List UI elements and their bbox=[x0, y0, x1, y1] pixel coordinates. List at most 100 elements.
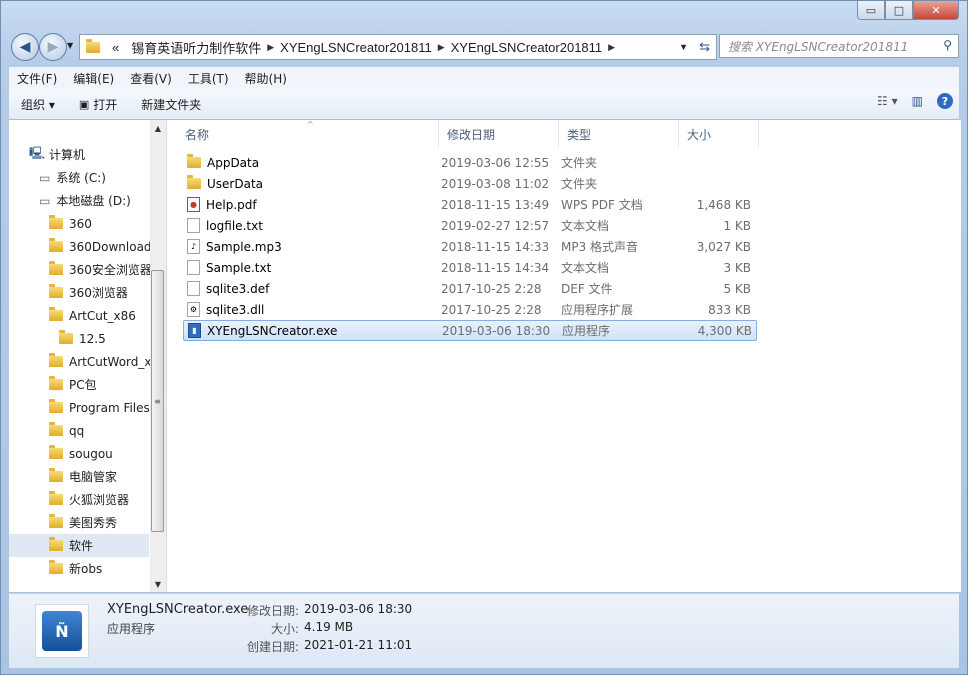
tree-item[interactable]: ArtCut_x86 bbox=[9, 304, 149, 327]
folder-icon bbox=[49, 376, 63, 390]
file-name: Help.pdf bbox=[206, 197, 257, 212]
tree-item[interactable]: PC包 bbox=[9, 373, 149, 396]
folder-tree: 🖳 计算机 ▭ 系统 (C:) ▭ 本地磁盘 (D:) 360 360Download 360安… bbox=[9, 120, 152, 580]
file-list: AppData 2019-03-06 12:55 文件夹 UserData 2019-0… bbox=[183, 152, 757, 341]
drive-icon: ▭ bbox=[39, 170, 51, 185]
txt-file-icon bbox=[187, 281, 200, 296]
tree-item[interactable]: 🖳 计算机 bbox=[9, 143, 149, 166]
folder-icon bbox=[187, 154, 201, 168]
tree-item[interactable]: 电脑管家 bbox=[9, 465, 149, 488]
file-size: 1,468 KB bbox=[696, 197, 751, 212]
file-name-cell: ● Help.pdf bbox=[183, 197, 441, 212]
file-type: WPS PDF 文档 bbox=[561, 198, 643, 212]
tree-item[interactable]: 12.5 bbox=[9, 327, 149, 350]
column-type[interactable]: 类型 bbox=[559, 120, 679, 148]
refresh-icon[interactable]: ⇆ bbox=[699, 39, 710, 55]
folder-icon bbox=[49, 261, 63, 275]
tree-item[interactable]: 360Download bbox=[9, 235, 152, 258]
scroll-thumb[interactable]: ≡ bbox=[151, 270, 164, 532]
menu-file[interactable]: 文件(F) bbox=[9, 70, 65, 87]
breadcrumb-segment[interactable]: 锡育英语听力制作软件 bbox=[125, 38, 267, 57]
tree-item[interactable]: 新obs bbox=[9, 557, 149, 580]
search-input[interactable]: 搜索 XYEngLSNCreator201811 ⚲ bbox=[719, 34, 959, 58]
file-row[interactable]: Sample.txt 2018-11-15 14:34 文本文档 3 KB bbox=[183, 257, 757, 278]
menu-tools[interactable]: 工具(T) bbox=[180, 70, 237, 87]
file-date: 2018-11-15 14:33 bbox=[441, 239, 550, 254]
address-dropdown-icon[interactable]: ▼ bbox=[679, 42, 688, 52]
file-row[interactable]: AppData 2019-03-06 12:55 文件夹 bbox=[183, 152, 757, 173]
tree-item[interactable]: 火狐浏览器 bbox=[9, 488, 149, 511]
open-button[interactable]: ▣ 打开 bbox=[67, 96, 129, 113]
details-modified-value: 2019-03-06 18:30 bbox=[304, 602, 413, 616]
file-row[interactable]: logfile.txt 2019-02-27 12:57 文本文档 1 KB bbox=[183, 215, 757, 236]
tree-item[interactable]: 360 bbox=[9, 212, 149, 235]
folder-icon bbox=[49, 238, 63, 252]
drive-icon: ▭ bbox=[39, 193, 51, 208]
tree-item[interactable]: sougou bbox=[9, 442, 149, 465]
scroll-up-icon[interactable]: ▲ bbox=[150, 120, 166, 136]
breadcrumb-segment[interactable]: XYEngLSNCreator201811 bbox=[274, 40, 438, 55]
breadcrumb-separator-icon[interactable]: ▶ bbox=[438, 42, 445, 53]
column-date[interactable]: 修改日期 bbox=[439, 120, 559, 148]
search-placeholder: 搜索 XYEngLSNCreator201811 bbox=[728, 39, 909, 54]
file-name: Sample.mp3 bbox=[206, 239, 282, 254]
tree-item[interactable]: Program Files bbox=[9, 396, 150, 419]
file-row[interactable]: UserData 2019-03-08 11:02 文件夹 bbox=[183, 173, 757, 194]
file-name: sqlite3.def bbox=[206, 281, 270, 296]
preview-pane-icon[interactable]: ▥ bbox=[912, 94, 923, 108]
file-type: 文本文档 bbox=[561, 219, 610, 233]
file-size: 3 KB bbox=[723, 260, 751, 275]
navigation-scrollbar[interactable]: ▲ ≡ ▼ bbox=[150, 120, 166, 592]
file-row[interactable]: ♪ Sample.mp3 2018-11-15 14:33 MP3 格式声音 3,027… bbox=[183, 236, 757, 257]
menu-edit[interactable]: 编辑(E) bbox=[65, 70, 122, 87]
folder-icon bbox=[49, 537, 63, 551]
file-type: 应用程序 bbox=[562, 324, 611, 338]
column-name[interactable]: 名称 ^ bbox=[177, 120, 439, 148]
column-size[interactable]: 大小 bbox=[679, 120, 759, 148]
menu-help[interactable]: 帮助(H) bbox=[237, 70, 295, 87]
menu-view[interactable]: 查看(V) bbox=[122, 70, 180, 87]
explorer-window: ▭ □ ✕ ◀ ▶ ▼ « 锡育英语听力制作软件 ▶ XYEngLSNCreat… bbox=[0, 0, 968, 675]
tree-item[interactable]: ▭ 系统 (C:) bbox=[9, 166, 149, 189]
breadcrumb-segment[interactable]: XYEngLSNCreator201811 bbox=[445, 40, 609, 55]
address-overflow-chevron[interactable]: « bbox=[106, 40, 125, 55]
help-icon[interactable]: ? bbox=[937, 93, 953, 109]
breadcrumb-separator-icon[interactable]: ▶ bbox=[608, 42, 615, 53]
tree-item[interactable]: 360浏览器 bbox=[9, 281, 149, 304]
column-header: 名称 ^ 修改日期 类型 大小 bbox=[177, 120, 759, 148]
search-icon[interactable]: ⚲ bbox=[943, 38, 952, 52]
file-row[interactable]: sqlite3.def 2017-10-25 2:28 DEF 文件 5 KB bbox=[183, 278, 757, 299]
address-bar[interactable]: « 锡育英语听力制作软件 ▶ XYEngLSNCreator201811 ▶ X… bbox=[79, 34, 717, 60]
scroll-down-icon[interactable]: ▼ bbox=[150, 576, 166, 592]
folder-icon bbox=[49, 514, 63, 528]
new-folder-button[interactable]: 新建文件夹 bbox=[129, 96, 213, 113]
folder-icon bbox=[187, 175, 201, 189]
close-button[interactable]: ✕ bbox=[913, 1, 959, 20]
tree-item-label: Program Files bbox=[69, 400, 150, 415]
file-list-pane: 名称 ^ 修改日期 类型 大小 AppData 2019-03-06 12:55 文件… bbox=[167, 120, 961, 592]
recent-pages-dropdown[interactable]: ▼ bbox=[67, 41, 73, 50]
organize-button[interactable]: 组织 ▾ bbox=[9, 96, 67, 113]
breadcrumb-separator-icon[interactable]: ▶ bbox=[267, 42, 274, 53]
view-options-icon[interactable]: ☷ ▾ bbox=[877, 94, 898, 108]
minimize-button[interactable]: ▭ bbox=[857, 1, 885, 20]
folder-icon bbox=[49, 353, 63, 367]
tree-item[interactable]: 美图秀秀 bbox=[9, 511, 149, 534]
tree-item[interactable]: 360安全浏览器 bbox=[9, 258, 152, 281]
file-row[interactable]: ● Help.pdf 2018-11-15 13:49 WPS PDF 文档 1,468… bbox=[183, 194, 757, 215]
mp3-file-icon: ♪ bbox=[187, 239, 200, 254]
file-name-cell: Sample.txt bbox=[183, 260, 441, 275]
dll-file-icon: ⚙ bbox=[187, 302, 200, 317]
tree-item[interactable]: qq bbox=[9, 419, 149, 442]
back-arrow-icon: ◀ bbox=[19, 39, 31, 55]
file-row[interactable]: ⚙ sqlite3.dll 2017-10-25 2:28 应用程序扩展 833 KB bbox=[183, 299, 757, 320]
back-button[interactable]: ◀ bbox=[11, 33, 39, 61]
tree-item[interactable]: ArtCutWord_x bbox=[9, 350, 151, 373]
tree-item[interactable]: ▭ 本地磁盘 (D:) bbox=[9, 189, 149, 212]
file-name: sqlite3.dll bbox=[206, 302, 265, 317]
tree-item[interactable]: 软件 bbox=[9, 534, 149, 557]
tree-item-label: 计算机 bbox=[49, 148, 86, 162]
maximize-button[interactable]: □ bbox=[885, 1, 913, 20]
forward-button[interactable]: ▶ bbox=[39, 33, 67, 61]
file-row[interactable]: ▮ XYEngLSNCreator.exe 2019-03-06 18:30 应用程序… bbox=[183, 320, 757, 341]
